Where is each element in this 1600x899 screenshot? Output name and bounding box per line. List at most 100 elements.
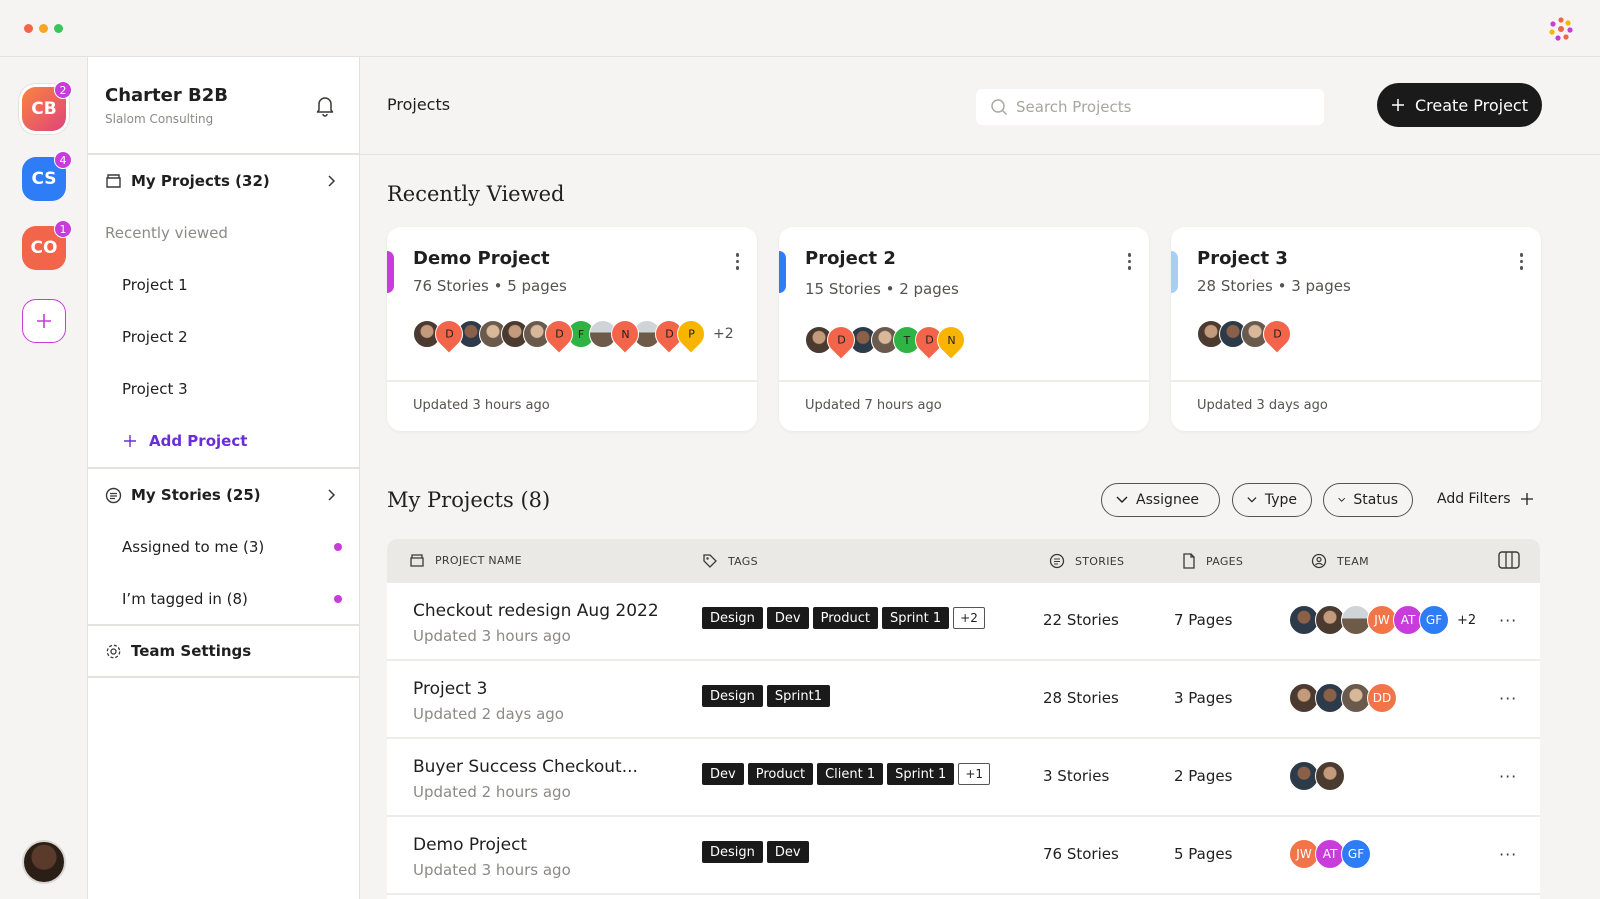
notification-badge: 2	[54, 81, 72, 99]
avatar: P	[671, 314, 711, 354]
filter-type[interactable]: Type	[1232, 483, 1312, 517]
breadcrumb[interactable]: Projects	[387, 95, 450, 114]
stories-count: 22 Stories	[1043, 611, 1119, 629]
window-titlebar	[0, 0, 1600, 57]
maximize-dot[interactable]	[54, 24, 63, 33]
project-name[interactable]: Demo Project	[413, 835, 527, 855]
create-project-label: Create Project	[1415, 95, 1528, 115]
tag[interactable]: Design	[702, 607, 763, 629]
search-input[interactable]: Search Projects	[976, 89, 1324, 125]
tag[interactable]: Dev	[766, 841, 809, 863]
sidebar-item-label: Assigned to me (3)	[122, 538, 265, 556]
card-accent	[779, 251, 786, 293]
add-project-link[interactable]: Add Project	[88, 415, 359, 467]
chevron-down-icon	[1116, 496, 1128, 503]
tag[interactable]: Sprint 1	[881, 607, 950, 629]
sidebar-item-team-settings[interactable]: Team Settings	[88, 625, 359, 677]
stories-icon	[105, 487, 122, 503]
table-row[interactable]: Demo Project Updated 3 hours ago Design …	[387, 817, 1540, 895]
create-project-button[interactable]: Create Project	[1377, 83, 1542, 127]
card-menu-icon[interactable]	[735, 253, 739, 270]
tag-list: Design Dev	[702, 841, 809, 863]
tag[interactable]: Product	[812, 607, 878, 629]
column-header-project-name[interactable]: PROJECT NAME	[409, 553, 522, 568]
tag[interactable]: Design	[702, 841, 763, 863]
sidebar-item-label: Project 3	[122, 380, 188, 398]
tag[interactable]: Sprint1	[766, 685, 830, 707]
recently-viewed-title: Recently Viewed	[387, 182, 565, 206]
pages-count: 2 Pages	[1174, 767, 1233, 785]
columns-icon[interactable]	[1498, 551, 1520, 569]
row-menu-icon[interactable]: ···	[1499, 767, 1517, 786]
notification-badge: 1	[54, 220, 72, 238]
sidebar-item-project-1[interactable]: Project 1	[88, 259, 359, 311]
table-row[interactable]: Project 3 Updated 2 days ago Design Spri…	[387, 661, 1540, 739]
tag[interactable]: Dev	[702, 763, 744, 785]
section-label: Recently viewed	[105, 224, 228, 242]
pages-count: 3 Pages	[1174, 689, 1233, 707]
card-meta: 28 Stories • 3 pages	[1197, 277, 1351, 295]
add-filters-label: Add Filters	[1437, 491, 1511, 507]
team-avatars: DD	[1289, 683, 1397, 713]
card-footer: Updated 3 days ago	[1171, 380, 1541, 431]
card-avatar-group: D	[1197, 314, 1297, 354]
tag-overflow[interactable]: +2	[953, 607, 985, 629]
table-row[interactable]: Checkout redesign Aug 2022 Updated 3 hou…	[387, 583, 1540, 661]
workspace-cb[interactable]: CB 2	[22, 81, 72, 131]
tag[interactable]: Design	[702, 685, 763, 707]
workspace-co[interactable]: CO 1	[22, 220, 72, 270]
row-menu-icon[interactable]: ···	[1499, 845, 1517, 864]
tag[interactable]: Sprint 1	[887, 763, 955, 785]
card-menu-icon[interactable]	[1519, 253, 1523, 270]
close-dot[interactable]	[24, 24, 33, 33]
table-row[interactable]: Buyer Success Checkout... Updated 2 hour…	[387, 739, 1540, 817]
sidebar-item-my-stories[interactable]: My Stories (25)	[88, 469, 359, 521]
card-accent	[387, 251, 394, 293]
avatar: D	[429, 314, 469, 354]
sidebar-item-assigned[interactable]: Assigned to me (3)	[88, 521, 359, 573]
workspace-cs[interactable]: CS 4	[22, 151, 72, 201]
team-avatars: JW AT GF +2	[1289, 605, 1476, 635]
team-icon	[1311, 553, 1327, 569]
tag[interactable]: Product	[747, 763, 814, 785]
my-projects-title: My Projects (8)	[387, 488, 551, 512]
row-menu-icon[interactable]: ···	[1499, 611, 1517, 630]
page-icon	[1183, 553, 1195, 569]
minimize-dot[interactable]	[39, 24, 48, 33]
add-workspace-button[interactable]	[22, 299, 66, 343]
row-menu-icon[interactable]: ···	[1499, 689, 1517, 708]
sidebar-item-my-projects[interactable]: My Projects (32)	[88, 155, 359, 207]
project-card-demo[interactable]: Demo Project 76 Stories • 5 pages D D F …	[387, 227, 757, 431]
project-name[interactable]: Checkout redesign Aug 2022	[413, 601, 659, 621]
tag[interactable]: Dev	[766, 607, 809, 629]
project-name[interactable]: Buyer Success Checkout...	[413, 757, 638, 777]
filter-assignee[interactable]: Assignee	[1101, 483, 1220, 517]
org-header: Charter B2B Slalom Consulting	[88, 57, 359, 155]
column-header-team[interactable]: TEAM	[1311, 553, 1369, 569]
projects-table: PROJECT NAME TAGS STORIES PAGES TEAM Che	[387, 539, 1540, 899]
column-header-pages[interactable]: PAGES	[1182, 553, 1243, 569]
card-title: Project 3	[1197, 248, 1288, 269]
tag[interactable]: Client 1	[817, 763, 884, 785]
sidebar-item-project-2[interactable]: Project 2	[88, 311, 359, 363]
column-label: PROJECT NAME	[435, 554, 522, 567]
folder-icon	[106, 174, 121, 188]
user-avatar[interactable]	[22, 840, 66, 884]
add-filters-button[interactable]: Add Filters	[1437, 491, 1533, 507]
sidebar-item-tagged[interactable]: I’m tagged in (8)	[88, 573, 359, 625]
column-header-stories[interactable]: STORIES	[1049, 553, 1124, 569]
workspace-initials: CS	[31, 169, 57, 189]
tag-overflow[interactable]: +1	[958, 763, 991, 785]
project-card-project-2[interactable]: Project 2 15 Stories • 2 pages D T D N U…	[779, 227, 1149, 431]
column-header-tags[interactable]: TAGS	[702, 553, 758, 569]
project-card-project-3[interactable]: Project 3 28 Stories • 3 pages D Updated…	[1171, 227, 1541, 431]
unread-dot	[334, 543, 342, 551]
project-name[interactable]: Project 3	[413, 679, 487, 699]
card-menu-icon[interactable]	[1127, 253, 1131, 270]
avatar: D	[1257, 314, 1297, 354]
card-updated: Updated 3 days ago	[1197, 398, 1328, 413]
bell-icon[interactable]	[315, 95, 335, 117]
sidebar-item-project-3[interactable]: Project 3	[88, 363, 359, 415]
filter-status[interactable]: Status	[1323, 483, 1413, 517]
app-logo-icon	[1549, 17, 1573, 41]
